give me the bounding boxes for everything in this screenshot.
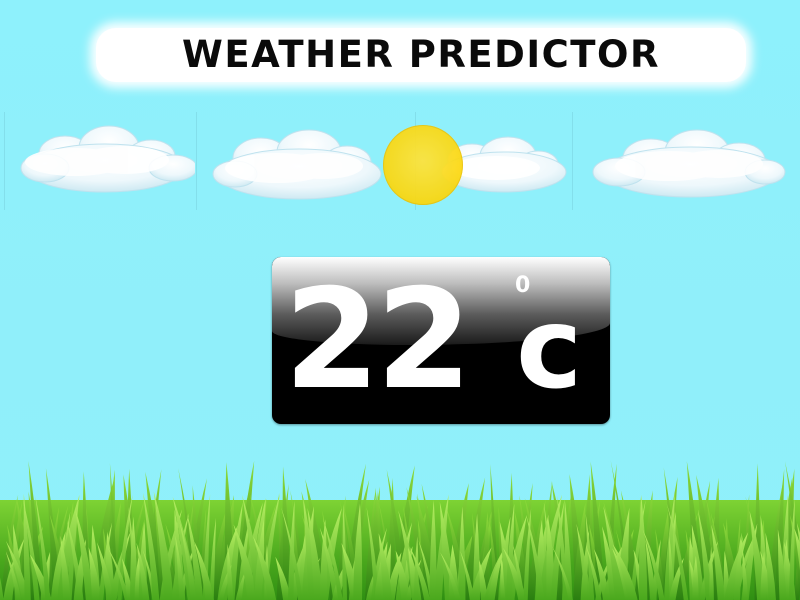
title-banner: WEATHER PREDICTOR [96,28,746,82]
app-title: WEATHER PREDICTOR [182,33,660,76]
grass-icon [0,460,800,600]
cloud-icon [196,112,387,210]
sun-icon [383,125,463,205]
cloud-icon [4,112,195,210]
cloud-icon [572,112,788,210]
temperature-unit: c [516,284,583,414]
weather-app: WEATHER PREDICTOR 22 0 c [0,0,800,600]
temperature-value: 22 [284,259,472,420]
temperature-display: 22 0 c [272,257,610,424]
